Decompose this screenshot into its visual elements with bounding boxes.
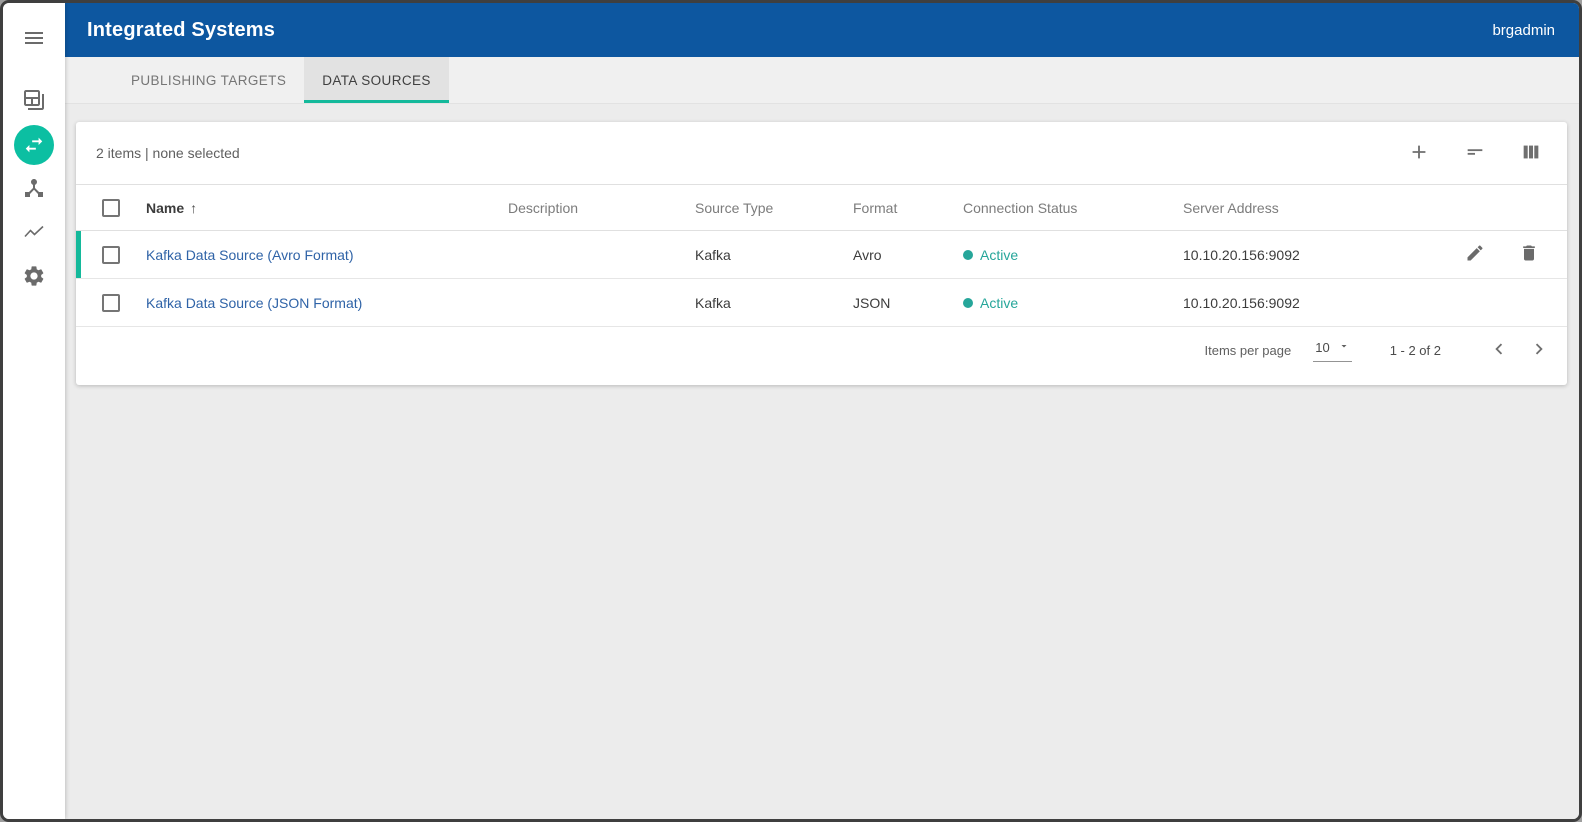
server-address-cell: 10.10.20.156:9092 — [1183, 231, 1383, 279]
source-type-cell: Kafka — [695, 279, 853, 327]
items-per-page-label: Items per page — [1205, 343, 1292, 358]
column-settings-button[interactable] — [1517, 139, 1545, 167]
chevron-right-icon — [1528, 338, 1550, 363]
status-badge: Active — [963, 295, 1018, 311]
data-source-link[interactable]: Kafka Data Source (JSON Format) — [146, 295, 362, 311]
tab-data-sources[interactable]: DATA SOURCES — [304, 57, 449, 103]
delete-button[interactable] — [1517, 243, 1541, 267]
status-badge: Active — [963, 247, 1018, 263]
sidebar-item-integrations[interactable] — [14, 169, 54, 209]
sidebar — [3, 3, 65, 819]
column-header-description[interactable]: Description — [508, 185, 695, 231]
selection-summary: 2 items | none selected — [96, 145, 240, 161]
edit-pencil-icon — [1465, 243, 1485, 266]
source-type-cell: Kafka — [695, 231, 853, 279]
column-header-name[interactable]: Name↑ — [146, 185, 508, 231]
column-header-source-type[interactable]: Source Type — [695, 185, 853, 231]
sort-button[interactable] — [1461, 139, 1489, 167]
trash-icon — [1519, 243, 1539, 266]
table-row: Kafka Data Source (JSON Format) Kafka JS… — [76, 279, 1567, 327]
row-actions — [1383, 243, 1567, 267]
page-size-select[interactable]: 10 — [1313, 338, 1351, 362]
sort-ascending-icon: ↑ — [190, 200, 197, 216]
format-cell: Avro — [853, 231, 963, 279]
swap-arrows-icon — [14, 125, 54, 165]
sidebar-item-monitoring[interactable] — [14, 213, 54, 253]
column-header-connection-status[interactable]: Connection Status — [963, 185, 1183, 231]
columns-icon — [1520, 141, 1542, 166]
menu-icon — [22, 26, 46, 53]
paginator: Items per page 10 1 - 2 of 2 — [76, 327, 1567, 385]
tab-publishing-targets[interactable]: PUBLISHING TARGETS — [113, 57, 304, 103]
page-title: Integrated Systems — [87, 19, 275, 42]
trend-line-icon — [22, 220, 46, 247]
add-icon — [1408, 141, 1430, 166]
hamburger-menu-button[interactable] — [14, 19, 54, 59]
data-sources-card: 2 items | none selected — [76, 122, 1567, 385]
chevron-down-icon — [1338, 340, 1350, 355]
status-dot-icon — [963, 250, 973, 260]
current-user-label: brgadmin — [1492, 22, 1555, 39]
table-row: Kafka Data Source (Avro Format) Kafka Av… — [76, 231, 1567, 279]
toolbar-actions — [1405, 139, 1545, 167]
device-hub-icon — [22, 176, 46, 203]
sort-icon — [1464, 141, 1486, 166]
description-cell — [508, 231, 695, 279]
table-header-row: Name↑ Description Source Type Format Con… — [76, 185, 1567, 231]
previous-page-button[interactable] — [1485, 336, 1513, 364]
description-cell — [508, 279, 695, 327]
add-data-source-button[interactable] — [1405, 139, 1433, 167]
server-address-cell: 10.10.20.156:9092 — [1183, 279, 1383, 327]
row-checkbox[interactable] — [102, 294, 120, 312]
settings-gear-icon — [22, 264, 46, 291]
tab-bar: PUBLISHING TARGETS DATA SOURCES — [65, 57, 1579, 104]
main-area: Integrated Systems brgadmin PUBLISHING T… — [65, 3, 1579, 819]
sidebar-item-data-exchange-active[interactable] — [14, 125, 54, 165]
sidebar-item-publishing[interactable] — [14, 81, 54, 121]
row-checkbox[interactable] — [102, 246, 120, 264]
content-area: 2 items | none selected — [65, 104, 1579, 819]
sidebar-item-settings[interactable] — [14, 257, 54, 297]
data-sources-table: Name↑ Description Source Type Format Con… — [76, 184, 1567, 327]
page-range-label: 1 - 2 of 2 — [1390, 343, 1441, 358]
format-cell: JSON — [853, 279, 963, 327]
edit-button[interactable] — [1463, 243, 1487, 267]
app-header: Integrated Systems brgadmin — [65, 3, 1579, 57]
select-all-checkbox[interactable] — [102, 199, 120, 217]
data-source-link[interactable]: Kafka Data Source (Avro Format) — [146, 247, 353, 263]
table-copy-icon — [22, 88, 46, 115]
table-toolbar: 2 items | none selected — [76, 122, 1567, 184]
column-header-format[interactable]: Format — [853, 185, 963, 231]
status-dot-icon — [963, 298, 973, 308]
chevron-left-icon — [1488, 338, 1510, 363]
app-window: Integrated Systems brgadmin PUBLISHING T… — [0, 0, 1582, 822]
next-page-button[interactable] — [1525, 336, 1553, 364]
column-header-server-address[interactable]: Server Address — [1183, 185, 1383, 231]
